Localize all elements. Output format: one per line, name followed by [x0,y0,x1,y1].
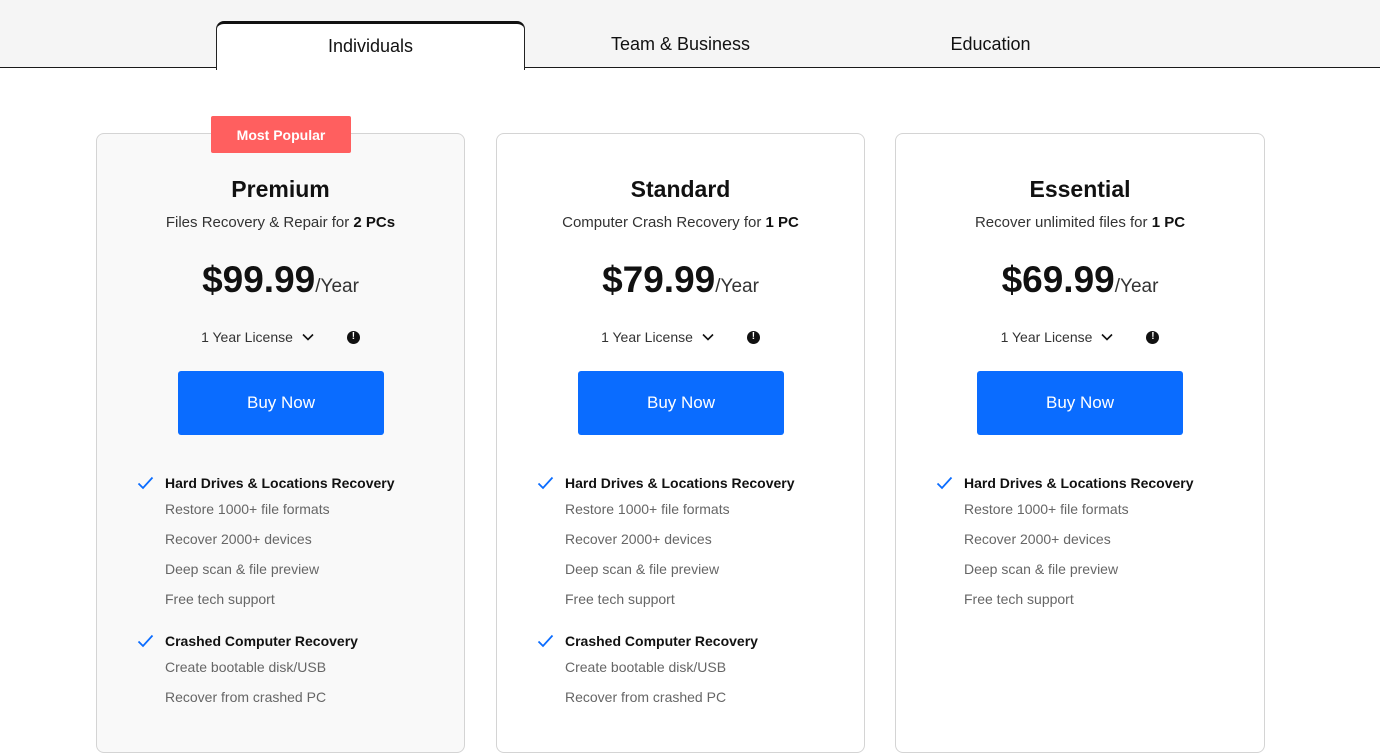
plan-card-premium: Most Popular Premium Files Recovery & Re… [96,116,465,753]
price-row: $79.99/Year [497,259,864,301]
price: $79.99 [602,259,716,300]
license-select[interactable]: 1 Year License [201,329,315,345]
price: $99.99 [202,259,316,300]
feature-item: Deep scan & file preview [964,561,1119,577]
feature-item: Deep scan & file preview [565,561,720,577]
feature-item: Recover 2000+ devices [565,531,712,547]
feature-group: Hard Drives & Locations Recovery Restore… [936,472,1254,614]
feature-item: Create bootable disk/USB [565,659,727,675]
price-period: /Year [315,276,359,297]
info-icon[interactable]: ! [1146,330,1160,344]
feature-group-title: Hard Drives & Locations Recovery [537,472,854,494]
chevron-down-icon [702,333,714,341]
feature-item: Free tech support [165,591,275,607]
price-period: /Year [715,276,759,297]
license-select[interactable]: 1 Year License [601,329,715,345]
license-row: 1 Year License ! [97,326,464,348]
plan-subtitle: Recover unlimited files for 1 PC [974,214,1186,231]
feature-item: Deep scan & file preview [165,561,320,577]
price-row: $69.99/Year [896,259,1264,301]
feature-item: Recover from crashed PC [565,689,727,705]
check-icon [137,476,154,490]
feature-item: Restore 1000+ file formats [165,501,330,517]
check-icon [936,476,953,490]
buy-now-button[interactable]: Buy Now [977,371,1183,435]
feature-group-title: Hard Drives & Locations Recovery [936,472,1254,494]
feature-item: Free tech support [964,591,1074,607]
info-icon[interactable]: ! [746,330,760,344]
feature-item: Recover 2000+ devices [964,531,1111,547]
feature-group: Crashed Computer Recovery Create bootabl… [137,630,454,712]
plan-card-essential: Essential Recover unlimited files for 1 … [895,133,1265,753]
license-select[interactable]: 1 Year License [1001,329,1115,345]
plan-name: Premium [231,176,330,202]
feature-group: Crashed Computer Recovery Create bootabl… [537,630,854,712]
feature-group-title: Crashed Computer Recovery [537,630,854,652]
plan-subtitle: Files Recovery & Repair for 2 PCs [165,214,396,231]
license-row: 1 Year License ! [896,326,1264,348]
feature-group: Hard Drives & Locations Recovery Restore… [137,472,454,614]
feature-item: Restore 1000+ file formats [964,501,1129,517]
feature-list: Hard Drives & Locations Recovery Restore… [936,472,1254,630]
check-icon [137,634,154,648]
feature-group: Hard Drives & Locations Recovery Restore… [537,472,854,614]
feature-group-title: Crashed Computer Recovery [137,630,454,652]
tab-individuals[interactable]: Individuals [216,21,525,70]
license-row: 1 Year License ! [497,326,864,348]
price: $69.99 [1001,259,1115,300]
feature-item: Recover from crashed PC [165,689,327,705]
plan-name: Standard [630,176,731,202]
info-icon[interactable]: ! [346,330,360,344]
price-row: $99.99/Year [97,259,464,301]
buy-now-button[interactable]: Buy Now [578,371,784,435]
tab-education[interactable]: Education [836,21,1145,69]
chevron-down-icon [1101,333,1113,341]
plan-card-standard: Standard Computer Crash Recovery for 1 P… [496,133,865,753]
chevron-down-icon [302,333,314,341]
feature-item: Create bootable disk/USB [165,659,327,675]
feature-item: Free tech support [565,591,675,607]
feature-group-title: Hard Drives & Locations Recovery [137,472,454,494]
plan-name: Essential [1029,176,1131,202]
feature-list: Hard Drives & Locations Recovery Restore… [537,472,854,728]
plan-tabs: Individuals Team & Business Education [0,0,1380,70]
check-icon [537,476,554,490]
plan-subtitle: Computer Crash Recovery for 1 PC [562,214,799,231]
feature-list: Hard Drives & Locations Recovery Restore… [137,472,454,728]
most-popular-badge: Most Popular [211,116,351,153]
feature-item: Restore 1000+ file formats [565,501,730,517]
tab-team-business[interactable]: Team & Business [526,21,835,69]
feature-item: Recover 2000+ devices [165,531,312,547]
price-period: /Year [1114,276,1159,297]
check-icon [537,634,554,648]
buy-now-button[interactable]: Buy Now [178,371,384,435]
